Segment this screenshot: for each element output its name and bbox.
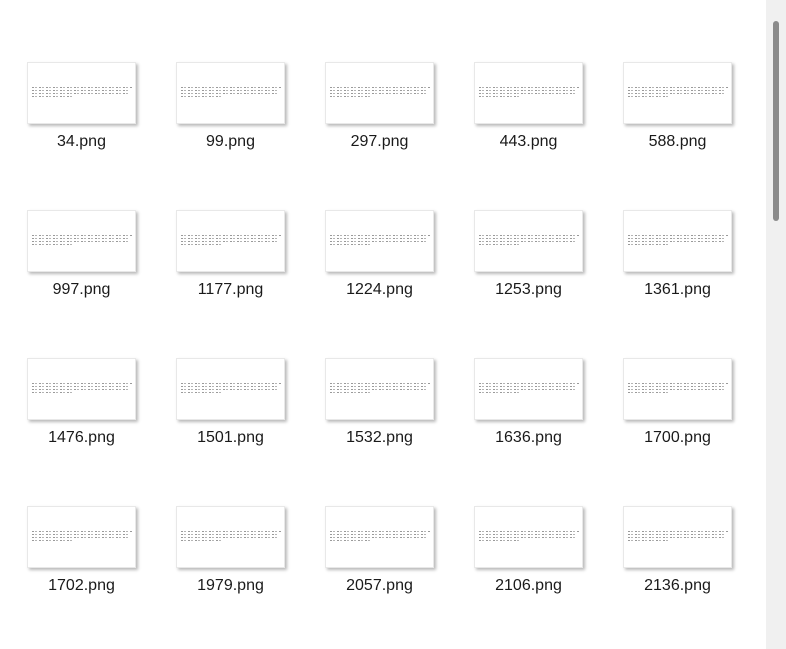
image-thumbnail[interactable] bbox=[27, 62, 136, 124]
image-thumbnail[interactable] bbox=[176, 358, 285, 420]
thumbnail-text-preview bbox=[479, 383, 579, 395]
image-thumbnail[interactable] bbox=[176, 62, 285, 124]
image-thumbnail[interactable] bbox=[325, 358, 434, 420]
image-thumbnail[interactable] bbox=[27, 358, 136, 420]
thumbnail-text-preview bbox=[479, 531, 579, 543]
file-name-label[interactable]: 1979.png bbox=[156, 576, 305, 596]
image-thumbnail[interactable] bbox=[474, 210, 583, 272]
thumbnail-text-preview bbox=[330, 531, 430, 543]
thumbnail-text-preview bbox=[479, 235, 579, 247]
file-name-label[interactable]: 1636.png bbox=[454, 428, 603, 448]
file-item[interactable]: 1532.png bbox=[325, 358, 434, 446]
image-thumbnail[interactable] bbox=[176, 506, 285, 568]
vertical-scrollbar[interactable] bbox=[766, 0, 786, 649]
thumbnail-text-preview bbox=[181, 235, 281, 247]
file-name-label[interactable]: 34.png bbox=[7, 132, 156, 152]
file-item[interactable]: 1224.png bbox=[325, 210, 434, 298]
file-item[interactable]: 1476.png bbox=[27, 358, 136, 446]
file-item[interactable]: 443.png bbox=[474, 62, 583, 150]
file-name-label[interactable]: 2106.png bbox=[454, 576, 603, 596]
thumbnail-text-preview bbox=[181, 531, 281, 543]
thumbnail-text-preview bbox=[32, 383, 132, 395]
file-item[interactable]: 2136.png bbox=[623, 506, 732, 594]
file-name-label[interactable]: 1501.png bbox=[156, 428, 305, 448]
image-thumbnail[interactable] bbox=[623, 210, 732, 272]
file-name-label[interactable]: 588.png bbox=[603, 132, 752, 152]
file-item[interactable]: 1361.png bbox=[623, 210, 732, 298]
file-item[interactable]: 1177.png bbox=[176, 210, 285, 298]
file-item[interactable]: 2106.png bbox=[474, 506, 583, 594]
image-thumbnail[interactable] bbox=[27, 506, 136, 568]
file-browser-view: 34.png 99.png 297.png 443.png 588.png 99… bbox=[0, 0, 786, 649]
thumbnail-text-preview bbox=[628, 383, 728, 395]
thumbnail-text-preview bbox=[479, 87, 579, 99]
thumbnail-text-preview bbox=[32, 235, 132, 247]
image-thumbnail[interactable] bbox=[27, 210, 136, 272]
file-name-label[interactable]: 2136.png bbox=[603, 576, 752, 596]
thumbnail-text-preview bbox=[628, 87, 728, 99]
file-item[interactable]: 1636.png bbox=[474, 358, 583, 446]
thumbnail-text-preview bbox=[32, 87, 132, 99]
file-item[interactable]: 297.png bbox=[325, 62, 434, 150]
file-name-label[interactable]: 1224.png bbox=[305, 280, 454, 300]
file-item[interactable]: 1979.png bbox=[176, 506, 285, 594]
file-name-label[interactable]: 1177.png bbox=[156, 280, 305, 300]
image-thumbnail[interactable] bbox=[623, 358, 732, 420]
thumbnail-text-preview bbox=[181, 87, 281, 99]
thumbnail-text-preview bbox=[330, 235, 430, 247]
image-thumbnail[interactable] bbox=[623, 62, 732, 124]
file-item[interactable]: 1501.png bbox=[176, 358, 285, 446]
file-name-label[interactable]: 443.png bbox=[454, 132, 603, 152]
file-name-label[interactable]: 2057.png bbox=[305, 576, 454, 596]
image-thumbnail[interactable] bbox=[474, 358, 583, 420]
file-name-label[interactable]: 297.png bbox=[305, 132, 454, 152]
file-item[interactable]: 1253.png bbox=[474, 210, 583, 298]
image-thumbnail[interactable] bbox=[176, 210, 285, 272]
file-name-label[interactable]: 99.png bbox=[156, 132, 305, 152]
file-item[interactable]: 588.png bbox=[623, 62, 732, 150]
file-item[interactable]: 1702.png bbox=[27, 506, 136, 594]
thumbnail-text-preview bbox=[628, 531, 728, 543]
file-name-label[interactable]: 1532.png bbox=[305, 428, 454, 448]
image-thumbnail[interactable] bbox=[623, 506, 732, 568]
file-name-label[interactable]: 997.png bbox=[7, 280, 156, 300]
thumbnail-text-preview bbox=[181, 383, 281, 395]
file-item[interactable]: 2057.png bbox=[325, 506, 434, 594]
file-name-label[interactable]: 1253.png bbox=[454, 280, 603, 300]
scrollbar-thumb[interactable] bbox=[773, 21, 779, 221]
image-thumbnail[interactable] bbox=[474, 62, 583, 124]
file-item[interactable]: 34.png bbox=[27, 62, 136, 150]
thumbnail-text-preview bbox=[32, 531, 132, 543]
file-item[interactable]: 997.png bbox=[27, 210, 136, 298]
file-item[interactable]: 99.png bbox=[176, 62, 285, 150]
file-item[interactable]: 1700.png bbox=[623, 358, 732, 446]
thumbnail-text-preview bbox=[330, 383, 430, 395]
thumbnail-text-preview bbox=[330, 87, 430, 99]
file-name-label[interactable]: 1702.png bbox=[7, 576, 156, 596]
file-name-label[interactable]: 1700.png bbox=[603, 428, 752, 448]
file-name-label[interactable]: 1361.png bbox=[603, 280, 752, 300]
image-thumbnail[interactable] bbox=[325, 506, 434, 568]
file-grid: 34.png 99.png 297.png 443.png 588.png 99… bbox=[27, 62, 732, 594]
image-thumbnail[interactable] bbox=[474, 506, 583, 568]
file-name-label[interactable]: 1476.png bbox=[7, 428, 156, 448]
thumbnail-text-preview bbox=[628, 235, 728, 247]
image-thumbnail[interactable] bbox=[325, 62, 434, 124]
image-thumbnail[interactable] bbox=[325, 210, 434, 272]
